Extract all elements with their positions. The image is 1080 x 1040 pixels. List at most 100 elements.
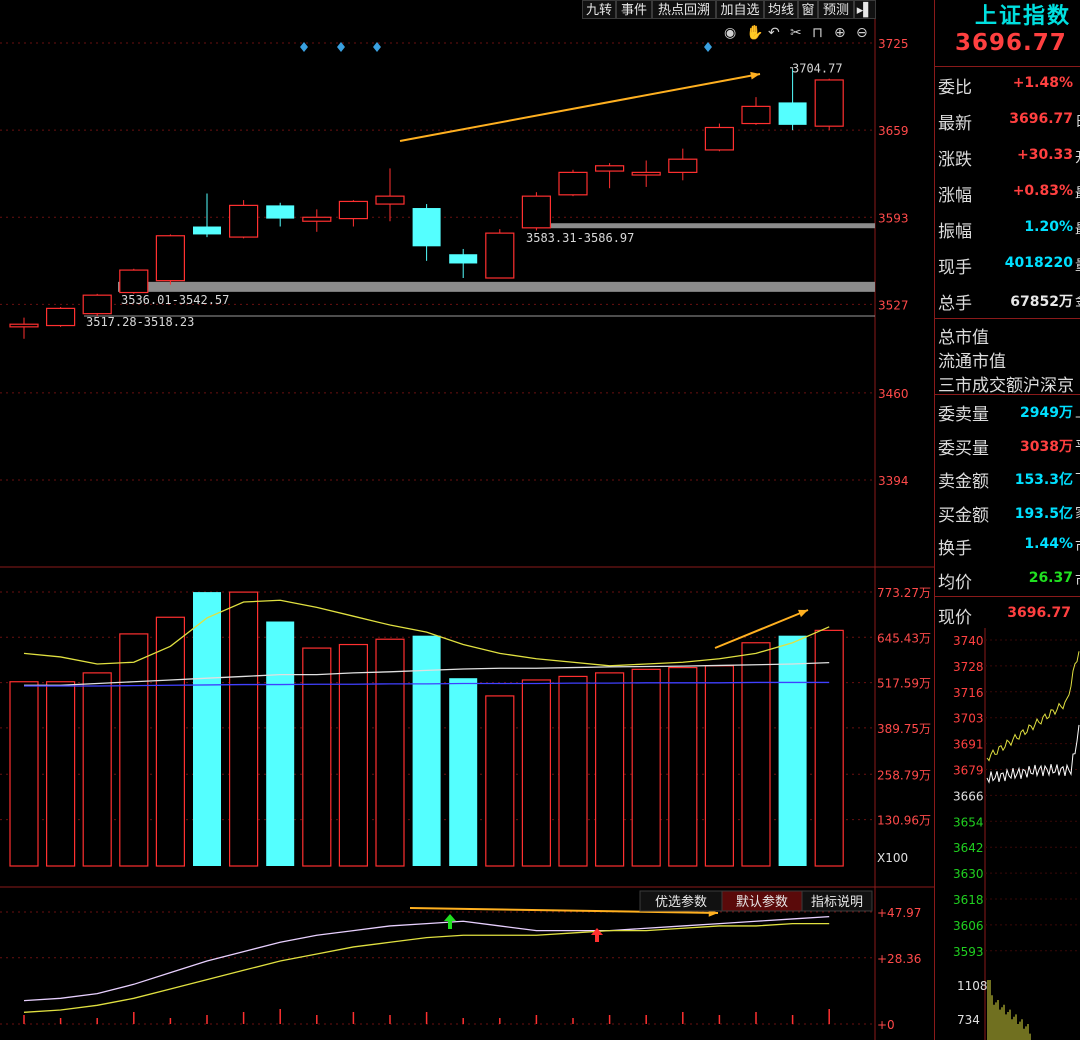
volume-bar [375, 638, 405, 867]
mini-volume-tick: 1108 [957, 979, 988, 993]
quote-label: 卖金额 [938, 472, 989, 492]
toolbar-ma-button[interactable]: 均线 [764, 0, 798, 19]
volume-tick-label: 773.27万 [877, 586, 931, 600]
volume-multiplier-label: X100 [877, 851, 908, 865]
toolbar-jiuzhuan-button[interactable]: 九转 [582, 0, 616, 19]
volume-tick-label: 130.96万 [877, 814, 931, 828]
zoom-in-icon[interactable]: ⊕ [834, 25, 846, 41]
quote-label: 现手 [938, 258, 972, 278]
quote-row-1: 最新 3696.77日 [935, 104, 1080, 134]
mini-price-tick: 3593 [953, 945, 984, 959]
mini-price-tick: 3740 [953, 634, 984, 648]
mini-price-tick: 3691 [953, 738, 984, 752]
quote-tail: 平 [1075, 436, 1080, 456]
quote-row-2: 涨跌 +30.33开 [935, 140, 1080, 170]
mini-price-tick: 3716 [953, 686, 984, 700]
gap-label: 3536.01-3542.57 [121, 293, 229, 307]
candle-body [266, 205, 295, 219]
volume-bar [814, 629, 844, 867]
candle-body [814, 79, 844, 127]
quote-label: 委买量 [938, 438, 989, 459]
gap-label: 3517.28-3518.23 [86, 315, 194, 329]
toolbar-expand-icon[interactable]: ▸▌ [854, 0, 876, 19]
volume-tick-label: 389.75万 [877, 722, 931, 736]
candle-body [9, 323, 39, 328]
quote-row-5: 现手 4018220量 [935, 248, 1080, 278]
quote-label: 换手 [938, 539, 972, 559]
hand-icon[interactable]: ✋ [746, 24, 763, 41]
quote-value: +1.48% [1012, 75, 1073, 91]
trend-arrow-volume-head [798, 609, 808, 618]
quote-panel: 上证指数 3696.77 委比+1.48%最新3696.77日涨跌+30.33开… [934, 0, 1080, 1040]
indicator-line-2 [23, 922, 830, 1013]
candle-body [193, 226, 221, 235]
gap-label: 3583.31-3586.97 [526, 231, 634, 245]
toolbar-add-watchlist-button[interactable]: 加自选 [716, 0, 764, 19]
tab-optimized-params-label[interactable]: 优选参数 [655, 894, 707, 910]
volume-bar [266, 621, 295, 866]
quote-label: 委卖量 [938, 405, 989, 425]
quote-value: 2949万 [1020, 405, 1073, 421]
quote-tail: 市 [1075, 536, 1080, 556]
intraday-mini-chart[interactable]: 3740 3728 3716 3703 3691 3679 3666 3654 3642 3630… [935, 628, 1080, 1040]
volume-bar [594, 672, 625, 867]
quote-label: 均价 [938, 572, 972, 593]
price-tick-label: 3659 [878, 124, 909, 138]
quote-value: 4018220 [1004, 255, 1073, 271]
toolbar-window-button[interactable]: 窗 [798, 0, 818, 19]
candle-body [338, 200, 368, 220]
volume-bar [521, 679, 552, 867]
mini-price-tick: 3606 [953, 919, 984, 933]
undo-icon[interactable]: ↶ [768, 25, 780, 41]
candle-body [558, 171, 588, 196]
quote-row-3: 涨幅 +0.83%最 [935, 176, 1080, 206]
indicator-line-1 [23, 915, 830, 1002]
quote-row-4: 振幅 1.20%最 [935, 212, 1080, 242]
volume-bar [778, 635, 807, 866]
tab-default-params-label[interactable]: 默认参数 [736, 894, 788, 910]
quote-label: 涨跌 [938, 150, 972, 170]
volume-bar [631, 668, 661, 867]
quote-value: 3038万 [1020, 438, 1073, 455]
lock-icon[interactable]: ⊓ [812, 25, 823, 41]
eye-icon[interactable]: ◉ [724, 25, 736, 41]
toolbar-hot-replay-button[interactable]: 热点回溯 [652, 0, 716, 19]
kline-chart-svg[interactable]: 3725 3659 3593 3527 3460 3394 773.27万 645.43万 51… [0, 0, 934, 1040]
kline-chart-area[interactable]: 3725 3659 3593 3527 3460 3394 773.27万 645.43万 51… [0, 0, 934, 1040]
candle-body [155, 235, 185, 282]
index-title: 上证指数 [975, 3, 1072, 29]
mini-price-tick: 3642 [953, 841, 984, 855]
candle-body [631, 171, 661, 176]
candle-body [119, 269, 149, 294]
quote-value: +0.83% [1012, 183, 1073, 199]
candle-body [521, 195, 552, 229]
quote-label: 总手 [938, 294, 972, 314]
event-marker-icon [704, 42, 712, 52]
order-row-2: 卖金额 153.3亿下 [935, 462, 1080, 492]
volume-bar [741, 642, 771, 867]
candle-body [375, 195, 405, 205]
zoom-out-icon[interactable]: ⊖ [856, 25, 868, 41]
index-price: 3696.77 [955, 30, 1067, 56]
indicator-tick-label: +47.97 [877, 906, 921, 920]
scissors-icon[interactable]: ✂ [790, 25, 802, 41]
volume-bar [193, 592, 221, 866]
quote-value: 1.20% [1024, 219, 1073, 235]
tab-indicator-help-label[interactable]: 指标说明 [811, 895, 863, 910]
volume-bar [119, 633, 149, 867]
quote-row-0: 委比 +1.48% [935, 68, 1080, 98]
candle-body [302, 216, 332, 222]
indicator-tick-label: +0 [877, 1018, 895, 1032]
quote-value: 193.5亿 [1014, 505, 1073, 522]
mini-price-line [986, 724, 1080, 784]
quote-tail: 最 [1075, 219, 1080, 239]
quote-label: 涨幅 [938, 186, 972, 206]
quote-value: 26.37 [1028, 569, 1073, 586]
volume-bar [45, 681, 76, 867]
toolbar-events-button[interactable]: 事件 [616, 0, 652, 19]
order-row-4: 换手 1.44%市 [935, 529, 1080, 559]
mini-price-tick: 3679 [953, 764, 984, 778]
toolbar-forecast-button[interactable]: 预测 [818, 0, 854, 19]
quote-label: 委比 [938, 78, 972, 98]
quote-value: +30.33 [1016, 147, 1073, 163]
